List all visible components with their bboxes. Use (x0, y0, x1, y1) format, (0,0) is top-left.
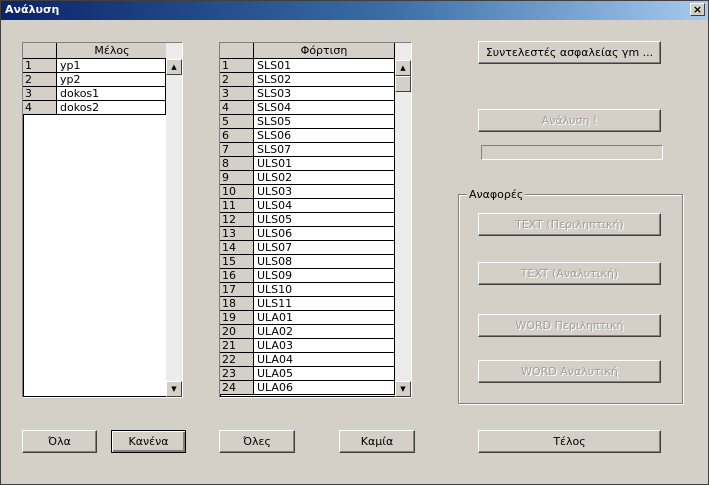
scroll-up-icon[interactable]: ▲ (166, 59, 182, 75)
table-row[interactable]: ULS05 (254, 213, 395, 227)
table-row[interactable]: yp1 (57, 59, 166, 73)
row-number[interactable]: 11 (220, 199, 254, 213)
row-number[interactable]: 3 (23, 87, 57, 101)
members-corner-header (23, 43, 57, 59)
table-row[interactable]: ULA03 (254, 339, 395, 353)
table-row[interactable]: ULS03 (254, 185, 395, 199)
table-row[interactable]: ULA04 (254, 353, 395, 367)
row-number[interactable]: 17 (220, 283, 254, 297)
table-row[interactable]: ULA01 (254, 311, 395, 325)
analysis-progress-bar (481, 145, 663, 160)
table-row[interactable]: SLS06 (254, 129, 395, 143)
row-number[interactable]: 16 (220, 269, 254, 283)
scroll-up-icon[interactable]: ▲ (395, 60, 411, 76)
table-row[interactable]: ULS08 (254, 255, 395, 269)
row-number[interactable]: 10 (220, 185, 254, 199)
row-number[interactable]: 5 (220, 115, 254, 129)
row-number[interactable]: 20 (220, 325, 254, 339)
report-word-summary-button[interactable]: WORD Περιληπτική (478, 314, 661, 337)
table-row[interactable]: ULA06 (254, 381, 395, 395)
table-row[interactable]: SLS01 (254, 59, 395, 73)
scroll-down-icon[interactable]: ▼ (166, 381, 182, 397)
loads-corner-header (220, 43, 254, 59)
loads-scrollbar[interactable]: ▲ ▼ (395, 43, 411, 397)
close-icon[interactable]: × (690, 3, 705, 16)
row-number[interactable]: 24 (220, 381, 254, 395)
row-number[interactable]: 22 (220, 353, 254, 367)
members-grid[interactable]: Μέλος 1 yp1 2 yp2 3 dokos1 4 dokos2 ▲ ▼ (22, 42, 183, 398)
table-row[interactable]: SLS02 (254, 73, 395, 87)
analysis-button[interactable]: Ανάλυση ! (478, 109, 661, 132)
row-number[interactable]: 1 (220, 59, 254, 73)
select-all-loads-button[interactable]: Όλες (219, 430, 295, 453)
table-row[interactable]: ULS04 (254, 199, 395, 213)
row-number[interactable]: 8 (220, 157, 254, 171)
select-no-loads-button[interactable]: Καμία (339, 430, 415, 453)
row-number[interactable]: 4 (23, 101, 57, 115)
row-number[interactable]: 2 (220, 73, 254, 87)
loads-column-header[interactable]: Φόρτιση (254, 43, 395, 59)
row-number[interactable]: 12 (220, 213, 254, 227)
table-row[interactable]: SLS05 (254, 115, 395, 129)
row-number[interactable]: 9 (220, 171, 254, 185)
table-row[interactable]: ULS09 (254, 269, 395, 283)
table-row[interactable]: ULS01 (254, 157, 395, 171)
loads-grid[interactable]: Φόρτιση 1 SLS01 2 SLS02 3 SLS03 4 SLS04 5 SLS05 6 S… (219, 42, 412, 398)
title-bar[interactable]: Ανάλυση × (1, 1, 708, 20)
table-row[interactable]: ULS06 (254, 227, 395, 241)
table-row[interactable]: dokos1 (57, 87, 166, 101)
table-row[interactable]: ULA05 (254, 367, 395, 381)
row-number[interactable]: 3 (220, 87, 254, 101)
row-number[interactable]: 6 (220, 129, 254, 143)
select-all-members-button[interactable]: Όλα (22, 430, 97, 453)
report-text-detailed-button[interactable]: TEXT (Αναλυτική) (478, 262, 661, 285)
row-number[interactable]: 23 (220, 367, 254, 381)
row-number[interactable]: 19 (220, 311, 254, 325)
row-number[interactable]: 14 (220, 241, 254, 255)
table-row[interactable]: SLS04 (254, 101, 395, 115)
reports-group-title: Αναφορές (467, 188, 526, 201)
scroll-down-icon[interactable]: ▼ (395, 381, 411, 397)
table-row[interactable]: SLS07 (254, 143, 395, 157)
table-row[interactable]: ULA02 (254, 325, 395, 339)
row-number[interactable]: 18 (220, 297, 254, 311)
report-word-detailed-button[interactable]: WORD Αναλυτική (478, 360, 661, 383)
members-scrollbar[interactable]: ▲ ▼ (166, 43, 182, 397)
table-row[interactable]: ULS11 (254, 297, 395, 311)
scroll-thumb[interactable] (395, 76, 411, 92)
safety-factors-button[interactable]: Συντελεστές ασφαλείας γm ... (478, 41, 661, 64)
analysis-window: Ανάλυση × Μέλος 1 yp1 2 yp2 3 dokos1 4 dokos2 ▲… (0, 0, 709, 485)
members-column-header[interactable]: Μέλος (57, 43, 168, 59)
row-number[interactable]: 2 (23, 73, 57, 87)
row-number[interactable]: 21 (220, 339, 254, 353)
table-row[interactable]: yp2 (57, 73, 166, 87)
table-row[interactable]: ULS07 (254, 241, 395, 255)
window-title: Ανάλυση (5, 3, 60, 16)
table-row[interactable]: dokos2 (57, 101, 166, 115)
finish-button[interactable]: Τέλος (478, 430, 661, 453)
table-row[interactable]: ULS02 (254, 171, 395, 185)
row-number[interactable]: 1 (23, 59, 57, 73)
table-row[interactable]: ULS10 (254, 283, 395, 297)
report-text-summary-button[interactable]: TEXT (Περιληπτική) (478, 213, 661, 236)
row-number[interactable]: 13 (220, 227, 254, 241)
row-number[interactable]: 7 (220, 143, 254, 157)
select-no-members-button[interactable]: Κανένα (111, 430, 186, 453)
row-number[interactable]: 4 (220, 101, 254, 115)
row-number[interactable]: 15 (220, 255, 254, 269)
table-row[interactable]: SLS03 (254, 87, 395, 101)
